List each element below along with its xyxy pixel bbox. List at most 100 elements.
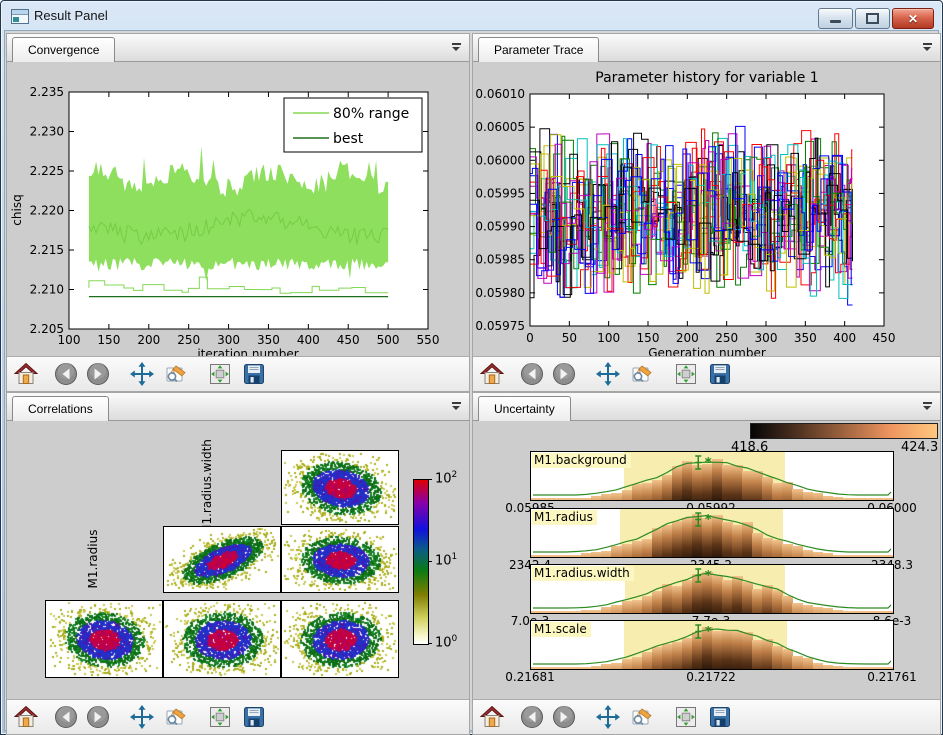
forward-icon — [86, 705, 110, 729]
svg-text:50: 50 — [562, 331, 577, 345]
customize-icon — [630, 705, 654, 729]
save-icon — [708, 362, 732, 386]
customize-button[interactable] — [163, 704, 189, 730]
svg-text:0.05975: 0.05975 — [475, 319, 525, 333]
pan-button[interactable] — [595, 361, 621, 387]
svg-text:2.220: 2.220 — [30, 204, 64, 218]
histogram-M1.background: M1.background — [530, 451, 894, 501]
home-icon — [14, 705, 38, 729]
subplots-icon — [208, 362, 232, 386]
tab-parameter-trace[interactable]: Parameter Trace — [478, 37, 599, 62]
svg-text:200: 200 — [137, 333, 160, 347]
svg-text:200: 200 — [676, 331, 699, 345]
colorbar-tick — [428, 643, 432, 644]
back-button[interactable] — [53, 704, 79, 730]
tab-menu-button[interactable] — [452, 402, 461, 410]
back-icon — [54, 705, 78, 729]
svg-text:chisq: chisq — [10, 194, 24, 225]
forward-button[interactable] — [85, 704, 111, 730]
panel-parameter-trace: Parameter Trace 0.060100.060050.060000.0… — [472, 33, 941, 392]
home-button[interactable] — [13, 361, 39, 387]
close-icon: ✕ — [908, 13, 918, 25]
subplots-button[interactable] — [207, 361, 233, 387]
histogram-M1.radius: M1.radius — [530, 508, 894, 558]
histogram-M1.scale: M1.scale — [530, 620, 894, 670]
svg-text:80% range: 80% range — [333, 106, 409, 122]
customize-button[interactable] — [629, 361, 655, 387]
tab-menu-button[interactable] — [923, 43, 932, 51]
histogram-M1.radius.width: M1.radius.width — [530, 564, 894, 614]
svg-text:0.06000: 0.06000 — [475, 153, 525, 167]
dock-area: Convergence 2.2352.2302.2252.2202.2152.2… — [4, 30, 939, 731]
minimize-button[interactable] — [818, 8, 853, 29]
correlations-figure: M1.radius.width M1.radius M1.background … — [7, 421, 469, 700]
svg-text:400: 400 — [833, 331, 856, 345]
svg-text:2.215: 2.215 — [30, 243, 64, 257]
svg-text:0.05985: 0.05985 — [475, 253, 525, 267]
customize-button[interactable] — [629, 704, 655, 730]
uncertainty-toolbar — [473, 699, 940, 734]
customize-icon — [164, 362, 188, 386]
save-button[interactable] — [241, 704, 267, 730]
home-button[interactable] — [13, 704, 39, 730]
titlebar[interactable]: Result Panel ✕ — [1, 1, 942, 30]
svg-text:300: 300 — [217, 333, 240, 347]
pan-icon — [596, 362, 620, 386]
svg-text:450: 450 — [873, 331, 896, 345]
home-button[interactable] — [479, 704, 505, 730]
parameter-label: M1.radius.width — [532, 566, 634, 581]
customize-icon — [630, 362, 654, 386]
colorbar-tick — [428, 479, 432, 480]
save-button[interactable] — [241, 361, 267, 387]
pan-button[interactable] — [129, 361, 155, 387]
tab-convergence[interactable]: Convergence — [12, 37, 115, 62]
customize-button[interactable] — [163, 361, 189, 387]
tab-menu-button[interactable] — [452, 43, 461, 51]
parameter-label: M1.radius — [532, 510, 597, 525]
maximize-icon — [866, 13, 879, 24]
save-button[interactable] — [707, 361, 733, 387]
tab-correlations[interactable]: Correlations — [12, 396, 109, 421]
svg-text:150: 150 — [97, 333, 120, 347]
convergence-figure: 2.2352.2302.2252.2202.2152.2102.20510015… — [7, 62, 469, 357]
correlation-plot-4 — [163, 600, 281, 678]
tab-uncertainty[interactable]: Uncertainty — [478, 396, 571, 421]
svg-text:0.06005: 0.06005 — [475, 120, 525, 134]
forward-button[interactable] — [85, 361, 111, 387]
forward-icon — [552, 705, 576, 729]
home-button[interactable] — [479, 361, 505, 387]
subplots-button[interactable] — [207, 704, 233, 730]
home-icon — [480, 705, 504, 729]
close-button[interactable]: ✕ — [892, 8, 934, 29]
svg-text:500: 500 — [377, 333, 400, 347]
parameter-trace-toolbar — [473, 356, 940, 391]
pan-icon — [130, 705, 154, 729]
pan-button[interactable] — [595, 704, 621, 730]
subplots-button[interactable] — [673, 704, 699, 730]
subplots-icon — [674, 362, 698, 386]
svg-text:350: 350 — [794, 331, 817, 345]
colorbar-tick-label: 101 — [435, 552, 457, 568]
svg-text:Parameter history for variable: Parameter history for variable 1 — [595, 70, 818, 86]
back-button[interactable] — [519, 704, 545, 730]
maximize-button[interactable] — [855, 8, 890, 29]
parameter-trace-figure: 0.060100.060050.060000.059950.059900.059… — [473, 62, 940, 357]
forward-button[interactable] — [551, 361, 577, 387]
forward-button[interactable] — [551, 704, 577, 730]
save-button[interactable] — [707, 704, 733, 730]
home-icon — [480, 362, 504, 386]
svg-text:0.05980: 0.05980 — [475, 286, 525, 300]
svg-text:250: 250 — [715, 331, 738, 345]
svg-text:150: 150 — [637, 331, 660, 345]
tab-menu-button[interactable] — [923, 402, 932, 410]
convergence-tabbar: Convergence — [7, 34, 469, 62]
back-button[interactable] — [519, 361, 545, 387]
subplots-button[interactable] — [673, 361, 699, 387]
subplots-icon — [674, 705, 698, 729]
pan-button[interactable] — [129, 704, 155, 730]
svg-text:100: 100 — [58, 333, 81, 347]
back-button[interactable] — [53, 361, 79, 387]
uncertainty-tabbar: Uncertainty — [473, 393, 940, 421]
save-icon — [242, 705, 266, 729]
save-icon — [242, 362, 266, 386]
